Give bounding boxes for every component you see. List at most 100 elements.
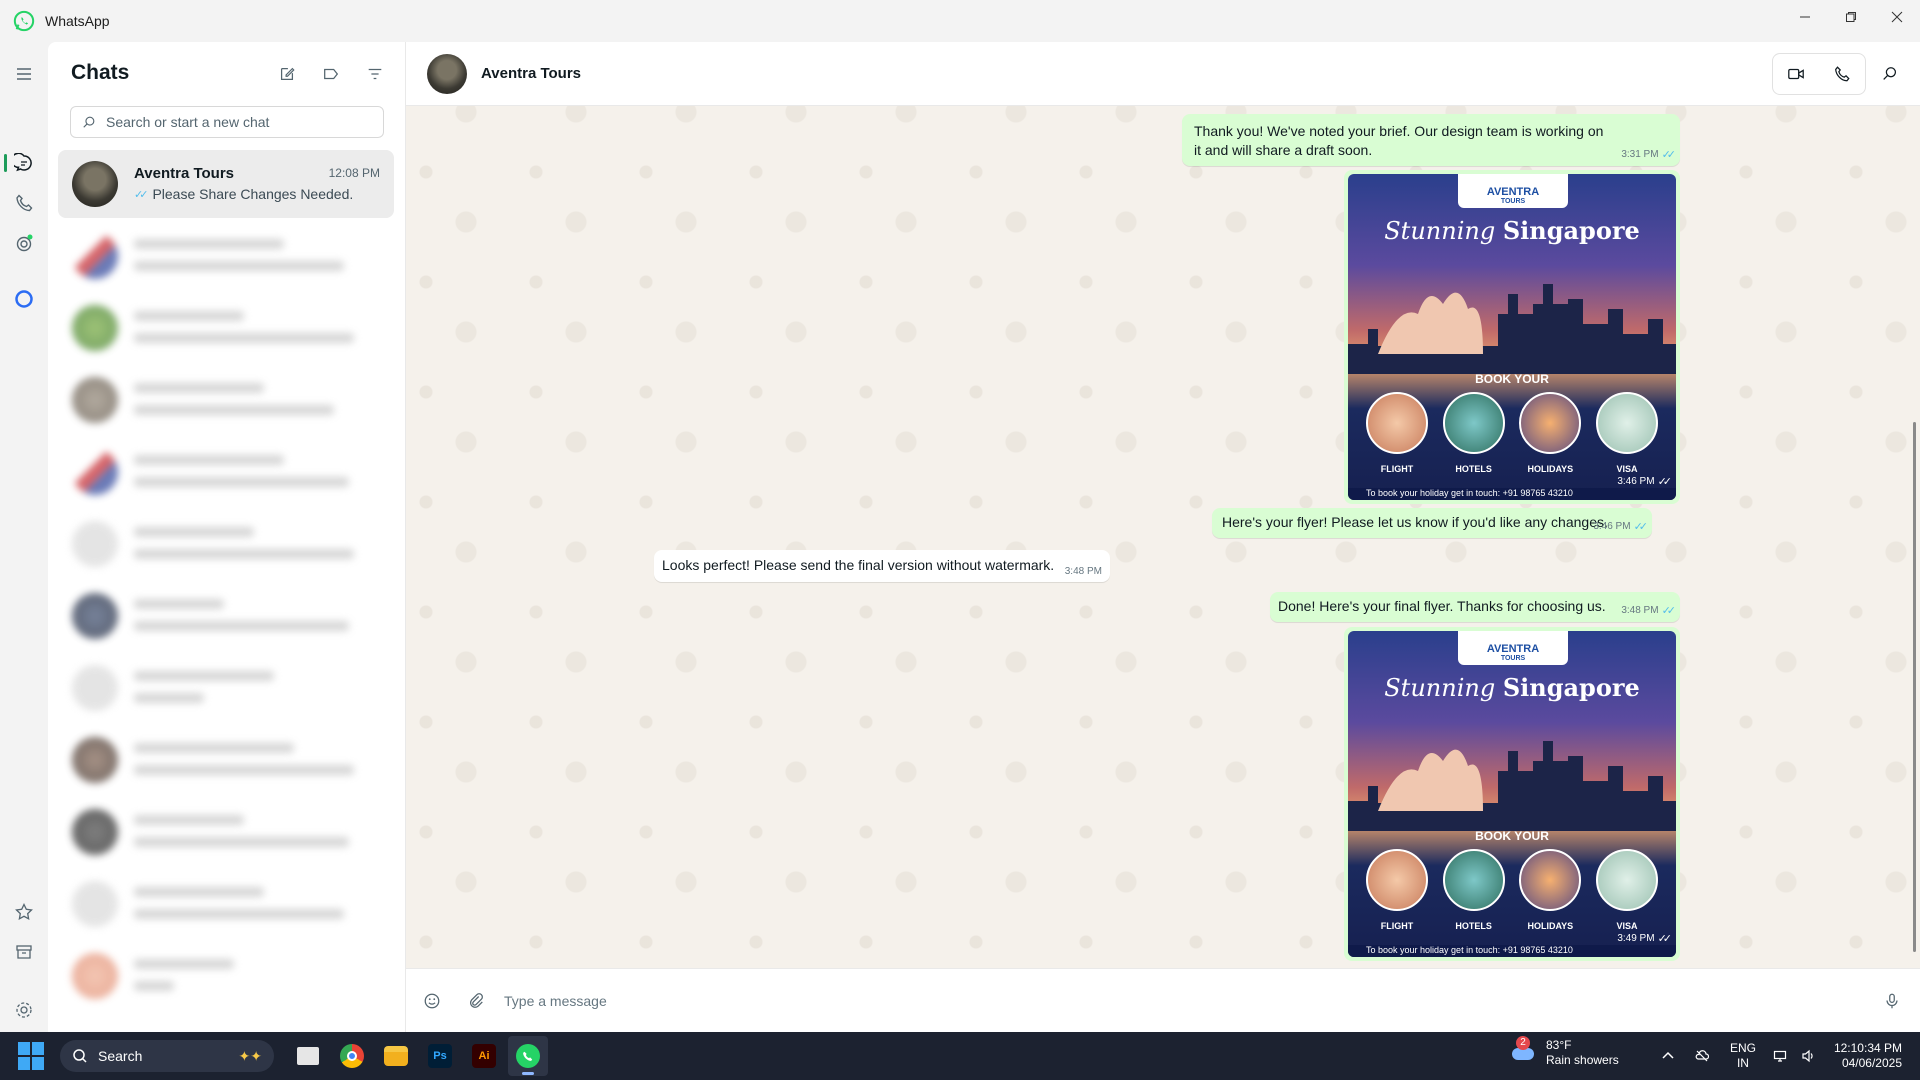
- close-icon: [1891, 11, 1903, 23]
- contact-avatar: [72, 953, 118, 999]
- image-message[interactable]: AVENTRA TOURS Stunning Singapore BOOK YOU…: [1344, 627, 1680, 961]
- onedrive-button[interactable]: [1692, 1046, 1712, 1066]
- flyer-image[interactable]: AVENTRA TOURS Stunning Singapore BOOK YOU…: [1348, 631, 1676, 957]
- system-clock[interactable]: 12:10:34 PM 04/06/2025: [1834, 1041, 1902, 1071]
- read-ticks-icon: ✓✓: [1661, 605, 1677, 617]
- chat-row-blurred[interactable]: [58, 510, 394, 578]
- attach-button[interactable]: [464, 989, 488, 1013]
- archived-button[interactable]: [12, 940, 36, 964]
- nav-status-button[interactable]: [12, 231, 36, 255]
- start-button[interactable]: [18, 1042, 46, 1070]
- minimize-icon: [1800, 16, 1810, 18]
- chat-row-blurred[interactable]: [58, 582, 394, 650]
- flyer-service-labels: FLIGHT HOTELS HOLIDAYS VISA: [1380, 921, 1638, 931]
- task-view-button[interactable]: [288, 1036, 328, 1076]
- chat-row-blurred[interactable]: [58, 222, 394, 290]
- contact-avatar: [72, 809, 118, 855]
- window-controls: [1782, 0, 1920, 34]
- chat-row-blurred[interactable]: [58, 726, 394, 794]
- contact-avatar: [72, 305, 118, 351]
- restore-icon: [1846, 12, 1856, 22]
- nav-chats-button[interactable]: [12, 151, 36, 175]
- message-outgoing[interactable]: Here's your flyer! Please let us know if…: [1212, 508, 1652, 538]
- chat-search-input[interactable]: [106, 114, 366, 130]
- message-input[interactable]: [504, 992, 1804, 1009]
- speaker-icon: [1802, 1049, 1813, 1063]
- labels-button[interactable]: [319, 62, 343, 86]
- region-code: IN: [1736, 1056, 1749, 1070]
- message-outgoing[interactable]: Done! Here's your final flyer. Thanks fo…: [1270, 592, 1680, 622]
- contact-name: Aventra Tours: [481, 65, 582, 82]
- hamburger-icon: [17, 68, 31, 80]
- chevron-up-icon: [1662, 1051, 1674, 1059]
- volume-button[interactable]: [1798, 1046, 1818, 1066]
- chat-row-blurred[interactable]: [58, 798, 394, 866]
- language-code: ENG: [1729, 1041, 1756, 1055]
- image-message[interactable]: AVENTRA TOURS Stunning Singapore BOOK YOU…: [1344, 170, 1680, 504]
- messages-scrollbar[interactable]: [1913, 422, 1916, 952]
- star-icon: [15, 902, 33, 921]
- file-explorer-button[interactable]: [376, 1036, 416, 1076]
- chat-row-aventra-tours[interactable]: Aventra Tours 12:08 PM ✓✓ Please Share C…: [58, 150, 394, 218]
- restore-button[interactable]: [1828, 0, 1874, 34]
- chat-row-blurred[interactable]: [58, 438, 394, 506]
- contact-avatar: [72, 665, 118, 711]
- nav-calls-button[interactable]: [12, 191, 36, 215]
- whatsapp-logo-icon: [13, 10, 35, 32]
- flyer-image[interactable]: AVENTRA TOURS Stunning Singapore BOOK YOU…: [1348, 174, 1676, 500]
- new-chat-button[interactable]: [275, 62, 299, 86]
- photoshop-button[interactable]: Ps: [420, 1036, 460, 1076]
- cloud-offline-icon: [1695, 1050, 1709, 1062]
- archive-icon: [16, 945, 32, 959]
- filter-button[interactable]: [363, 62, 387, 86]
- menu-button[interactable]: [12, 62, 36, 86]
- read-ticks-icon: ✓✓: [1657, 476, 1673, 488]
- language-indicator[interactable]: ENG IN: [1730, 1041, 1756, 1071]
- chat-row-blurred[interactable]: [58, 294, 394, 362]
- chat-time: 12:08 PM: [328, 166, 380, 180]
- taskbar-search[interactable]: Search ✦✦: [60, 1040, 274, 1072]
- message-composer: [406, 968, 1920, 1032]
- folder-icon: [384, 1046, 408, 1066]
- chat-row-blurred[interactable]: [58, 870, 394, 938]
- rain-cloud-icon: 2: [1510, 1036, 1536, 1064]
- close-button[interactable]: [1874, 0, 1920, 34]
- chat-row-blurred[interactable]: [58, 942, 394, 1010]
- flyer-footer: To book your holiday get in touch: +91 9…: [1348, 488, 1676, 500]
- video-call-button[interactable]: [1773, 54, 1819, 94]
- contact-avatar[interactable]: [427, 53, 467, 94]
- illustrator-button[interactable]: Ai: [464, 1036, 504, 1076]
- whatsapp-taskbar-button[interactable]: [508, 1036, 548, 1076]
- emoji-button[interactable]: [420, 989, 444, 1013]
- conversation-header[interactable]: Aventra Tours: [406, 42, 1920, 106]
- whatsapp-icon: [516, 1044, 540, 1068]
- contact-avatar: [72, 521, 118, 567]
- message-outgoing[interactable]: Thank you! We've noted your brief. Our d…: [1182, 114, 1680, 166]
- voice-message-button[interactable]: [1880, 989, 1904, 1013]
- weather-condition: Rain showers: [1546, 1053, 1619, 1067]
- search-icon: [1883, 67, 1897, 80]
- chat-row-blurred[interactable]: [58, 654, 394, 722]
- message-incoming[interactable]: Looks perfect! Please send the final ver…: [654, 550, 1110, 582]
- windows-logo-icon: [18, 1042, 30, 1055]
- message-time: 3:46 PM: [1593, 521, 1631, 532]
- show-hidden-icons-button[interactable]: [1658, 1046, 1678, 1066]
- search-messages-button[interactable]: [1870, 54, 1910, 94]
- starred-messages-button[interactable]: [12, 900, 36, 924]
- new-chat-icon: [280, 67, 295, 81]
- chat-bubble-icon: [14, 153, 32, 172]
- chat-row-blurred[interactable]: [58, 366, 394, 434]
- emoji-icon: [424, 993, 440, 1008]
- meta-ai-button[interactable]: [12, 287, 36, 311]
- weather-widget[interactable]: 2 83°F Rain showers: [1510, 1036, 1619, 1068]
- filter-icon: [368, 68, 382, 80]
- network-button[interactable]: [1770, 1046, 1790, 1066]
- photoshop-icon: Ps: [428, 1044, 452, 1068]
- message-time: 3:48 PM: [1621, 605, 1659, 616]
- minimize-button[interactable]: [1782, 0, 1828, 34]
- voice-call-button[interactable]: [1819, 54, 1865, 94]
- chat-name: Aventra Tours: [134, 165, 235, 182]
- chrome-button[interactable]: [332, 1036, 372, 1076]
- settings-button[interactable]: [12, 998, 36, 1022]
- navigation-rail: [0, 42, 48, 1058]
